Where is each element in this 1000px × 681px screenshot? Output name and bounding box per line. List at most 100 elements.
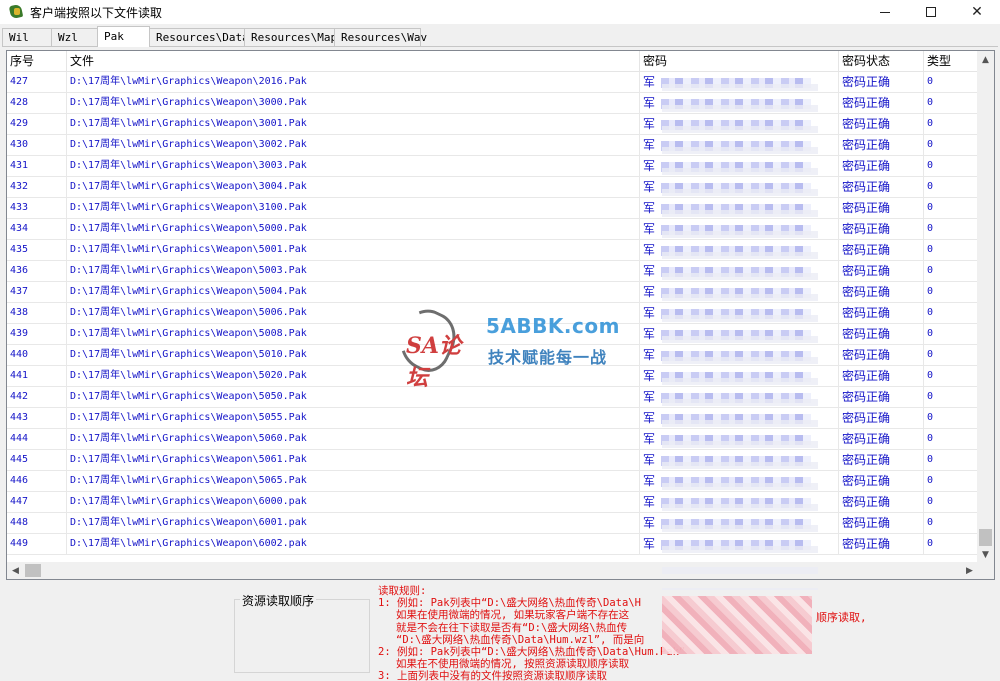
cell-index: 427 — [7, 72, 67, 92]
tab-resources-data[interactable]: Resources\Data — [149, 28, 249, 47]
column-header-type[interactable]: 类型 — [924, 51, 977, 72]
column-header-index[interactable]: 序号 — [7, 51, 67, 72]
cell-password: 军 — [640, 492, 839, 512]
cell-file: D:\17周年\lwMir\Graphics\Weapon\3100.Pak — [67, 198, 640, 218]
cell-index: 430 — [7, 135, 67, 155]
scroll-down-arrow-icon[interactable]: ▼ — [977, 546, 994, 563]
table-row[interactable]: 441 D:\17周年\lwMir\Graphics\Weapon\5020.Pa… — [7, 366, 977, 387]
cell-status: 密码正确 — [839, 114, 924, 134]
cell-index: 431 — [7, 156, 67, 176]
maximize-button[interactable] — [908, 0, 954, 24]
password-redaction — [661, 497, 812, 508]
cell-password: 军 — [640, 471, 839, 491]
table-row[interactable]: 443 D:\17周年\lwMir\Graphics\Weapon\5055.Pa… — [7, 408, 977, 429]
cell-status: 密码正确 — [839, 345, 924, 365]
cell-status: 密码正确 — [839, 156, 924, 176]
table-row[interactable]: 445 D:\17周年\lwMir\Graphics\Weapon\5061.Pa… — [7, 450, 977, 471]
cell-type: 0 — [927, 160, 934, 171]
table-row[interactable]: 442 D:\17周年\lwMir\Graphics\Weapon\5050.Pa… — [7, 387, 977, 408]
cell-index: 432 — [7, 177, 67, 197]
cell-type: 0 — [927, 265, 934, 276]
cell-type: 0 — [927, 328, 934, 339]
cell-file: D:\17周年\lwMir\Graphics\Weapon\5003.Pak — [67, 261, 640, 281]
table-row[interactable]: 430 D:\17周年\lwMir\Graphics\Weapon\3002.Pa… — [7, 135, 977, 156]
table-row[interactable]: 427 D:\17周年\lwMir\Graphics\Weapon\2016.Pa… — [7, 72, 977, 93]
tab-resources-map[interactable]: Resources\Map — [244, 28, 337, 47]
close-button[interactable]: ✕ — [954, 0, 1000, 24]
table-row[interactable]: 436 D:\17周年\lwMir\Graphics\Weapon\5003.Pa… — [7, 261, 977, 282]
table-row[interactable]: 447 D:\17周年\lwMir\Graphics\Weapon\6000.pa… — [7, 492, 977, 513]
table-row[interactable]: 440 D:\17周年\lwMir\Graphics\Weapon\5010.Pa… — [7, 345, 977, 366]
cell-password: 军 — [640, 219, 839, 239]
cell-status: 密码正确 — [839, 408, 924, 428]
vertical-scroll-thumb[interactable] — [979, 529, 992, 546]
cell-index: 446 — [7, 471, 67, 491]
cell-password: 军 — [640, 534, 839, 554]
cell-status: 密码正确 — [839, 240, 924, 260]
table-row[interactable]: 428 D:\17周年\lwMir\Graphics\Weapon\3000.Pa… — [7, 93, 977, 114]
password-redaction — [661, 371, 812, 382]
table-row[interactable]: 431 D:\17周年\lwMir\Graphics\Weapon\3003.Pa… — [7, 156, 977, 177]
cell-type: 0 — [927, 391, 934, 402]
table-row[interactable]: 429 D:\17周年\lwMir\Graphics\Weapon\3001.Pa… — [7, 114, 977, 135]
tab-wil[interactable]: Wil — [2, 28, 52, 47]
scroll-right-arrow-icon[interactable]: ▶ — [961, 562, 978, 579]
table-row[interactable]: 432 D:\17周年\lwMir\Graphics\Weapon\3004.Pa… — [7, 177, 977, 198]
resource-order-box[interactable] — [234, 599, 370, 673]
cell-file: D:\17周年\lwMir\Graphics\Weapon\5001.Pak — [67, 240, 640, 260]
table-row[interactable]: 439 D:\17周年\lwMir\Graphics\Weapon\5008.Pa… — [7, 324, 977, 345]
tab-wzl[interactable]: Wzl — [51, 28, 98, 47]
rule-tail: 顺序读取, — [816, 611, 867, 624]
cell-status: 密码正确 — [839, 303, 924, 323]
cell-status: 密码正确 — [839, 93, 924, 113]
column-header-file[interactable]: 文件 — [67, 51, 640, 72]
cell-file: D:\17周年\lwMir\Graphics\Weapon\3000.Pak — [67, 93, 640, 113]
cell-file: D:\17周年\lwMir\Graphics\Weapon\5010.Pak — [67, 345, 640, 365]
tab-resources-wav[interactable]: Resources\Wav — [334, 28, 427, 47]
cell-file: D:\17周年\lwMir\Graphics\Weapon\3004.Pak — [67, 177, 640, 197]
table-row[interactable]: 449 D:\17周年\lwMir\Graphics\Weapon\6002.pa… — [7, 534, 977, 555]
table-row[interactable]: 435 D:\17周年\lwMir\Graphics\Weapon\5001.Pa… — [7, 240, 977, 261]
cell-file: D:\17周年\lwMir\Graphics\Weapon\5050.Pak — [67, 387, 640, 407]
cell-type: 0 — [927, 139, 934, 150]
cell-password: 军 — [640, 156, 839, 176]
column-header-status[interactable]: 密码状态 — [839, 51, 924, 72]
table-row[interactable]: 444 D:\17周年\lwMir\Graphics\Weapon\5060.Pa… — [7, 429, 977, 450]
cell-file: D:\17周年\lwMir\Graphics\Weapon\3002.Pak — [67, 135, 640, 155]
cell-status: 密码正确 — [839, 219, 924, 239]
cell-index: 443 — [7, 408, 67, 428]
list-header: 序号 文件 密码 密码状态 类型 — [7, 51, 977, 72]
cell-status: 密码正确 — [839, 429, 924, 449]
table-row[interactable]: 434 D:\17周年\lwMir\Graphics\Weapon\5000.Pa… — [7, 219, 977, 240]
cell-status: 密码正确 — [839, 450, 924, 470]
password-redaction — [661, 329, 812, 340]
cell-file: D:\17周年\lwMir\Graphics\Weapon\6001.pak — [67, 513, 640, 533]
column-header-password[interactable]: 密码 — [640, 51, 839, 72]
table-row[interactable]: 446 D:\17周年\lwMir\Graphics\Weapon\5065.Pa… — [7, 471, 977, 492]
password-redaction — [661, 476, 812, 487]
scroll-left-arrow-icon[interactable]: ◀ — [7, 562, 24, 579]
tab-pak[interactable]: Pak — [97, 26, 150, 47]
scroll-up-arrow-icon[interactable]: ▲ — [977, 51, 994, 68]
password-redaction — [661, 350, 812, 361]
cell-file: D:\17周年\lwMir\Graphics\Weapon\5008.Pak — [67, 324, 640, 344]
password-redaction — [661, 119, 812, 130]
vertical-scrollbar[interactable]: ▲ ▼ — [977, 51, 994, 563]
cell-password: 军 — [640, 303, 839, 323]
cell-file: D:\17周年\lwMir\Graphics\Weapon\5000.Pak — [67, 219, 640, 239]
horizontal-scroll-thumb[interactable] — [25, 564, 41, 577]
minimize-button[interactable] — [862, 0, 908, 24]
table-row[interactable]: 437 D:\17周年\lwMir\Graphics\Weapon\5004.Pa… — [7, 282, 977, 303]
cell-type: 0 — [927, 538, 934, 549]
table-row[interactable]: 448 D:\17周年\lwMir\Graphics\Weapon\6001.pa… — [7, 513, 977, 534]
password-redaction — [661, 77, 812, 88]
file-list[interactable]: 序号 文件 密码 密码状态 类型 427 D:\17周年\lwMir\Graphi… — [6, 50, 995, 580]
cell-status: 密码正确 — [839, 282, 924, 302]
password-redaction — [661, 392, 812, 403]
cell-password: 军 — [640, 429, 839, 449]
table-row[interactable]: 438 D:\17周年\lwMir\Graphics\Weapon\5006.Pa… — [7, 303, 977, 324]
horizontal-scrollbar[interactable]: ◀ ▶ — [7, 562, 994, 579]
table-row[interactable]: 433 D:\17周年\lwMir\Graphics\Weapon\3100.Pa… — [7, 198, 977, 219]
password-redaction — [661, 203, 812, 214]
cell-password: 军 — [640, 72, 839, 92]
